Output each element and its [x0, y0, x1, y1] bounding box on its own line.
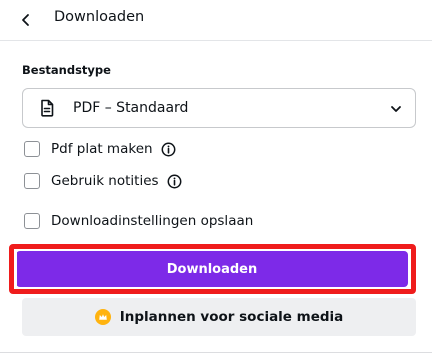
schedule-social-label: Inplannen voor sociale media — [119, 309, 344, 325]
header-divider — [0, 40, 432, 41]
flatten-pdf-label: Pdf plat maken — [51, 141, 153, 157]
info-icon[interactable] — [161, 142, 176, 157]
download-button-label: Downloaden — [166, 261, 258, 277]
download-button[interactable]: Downloaden — [16, 251, 408, 287]
back-button[interactable] — [12, 6, 40, 34]
highlight-inner-edge — [15, 250, 17, 288]
save-settings-checkbox[interactable] — [24, 213, 40, 229]
use-notes-label: Gebruik notities — [51, 173, 159, 189]
download-panel: Downloaden Bestandstype PDF – Standaard … — [0, 0, 432, 355]
panel-header: Downloaden — [0, 0, 432, 40]
file-type-label: Bestandstype — [22, 63, 111, 77]
info-icon[interactable] — [167, 174, 182, 189]
use-notes-checkbox[interactable] — [24, 173, 40, 189]
file-type-value: PDF – Standaard — [73, 100, 189, 116]
crown-icon — [94, 309, 111, 325]
flatten-pdf-option[interactable]: Pdf plat maken — [24, 138, 176, 160]
document-icon — [41, 99, 54, 117]
chevron-down-icon — [391, 106, 401, 112]
save-settings-label: Downloadinstellingen opslaan — [51, 213, 254, 229]
chevron-left-icon — [22, 14, 29, 26]
page-title: Downloaden — [54, 9, 145, 25]
schedule-social-button[interactable]: Inplannen voor sociale media — [22, 298, 416, 336]
file-type-select[interactable]: PDF – Standaard — [22, 88, 416, 128]
flatten-pdf-checkbox[interactable] — [24, 141, 40, 157]
use-notes-option[interactable]: Gebruik notities — [24, 170, 182, 192]
save-settings-option[interactable]: Downloadinstellingen opslaan — [24, 210, 253, 232]
bottom-divider — [0, 352, 432, 353]
